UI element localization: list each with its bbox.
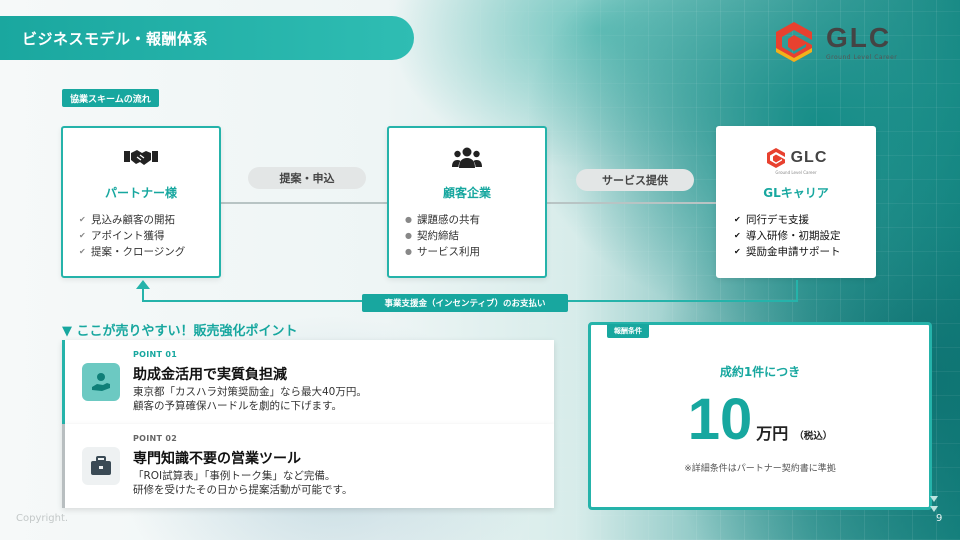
- point-card-01: POINT 01 助成金活用で実質負担減 東京都「カスハラ対策奨励金」なら最大4…: [62, 340, 554, 424]
- client-box: 顧客企業 ● 課題感の共有 ● 契約締結 ● サービス利用: [387, 126, 547, 278]
- point-title: 専門知識不要の営業ツール: [133, 451, 301, 467]
- glc-small-logo-icon: [766, 148, 785, 168]
- list-item: ● 課題感の共有: [405, 214, 480, 226]
- handshake-icon: [124, 150, 158, 165]
- bullet-icon: ●: [405, 215, 412, 224]
- list-item: ✔ 奨励金申請サポート: [734, 246, 841, 258]
- decor-triangle: [930, 496, 938, 502]
- fee-footnote: ※詳細条件はパートナー契約書に準拠: [684, 464, 836, 474]
- list-item: ✔ 見込み顧客の開拓: [79, 214, 175, 226]
- list-item: ✔ 同行デモ支援: [734, 214, 809, 226]
- point-icon-wrap: [82, 363, 120, 401]
- glc-logo-icon: [776, 22, 812, 62]
- list-item: ✔ 導入研修・初期設定: [734, 230, 841, 242]
- check-icon: ✔: [79, 215, 86, 224]
- check-icon: ✔: [79, 231, 86, 240]
- service-pill: サービス提供: [576, 169, 694, 191]
- client-list: ● 課題感の共有 ● 契約締結 ● サービス利用: [405, 212, 480, 260]
- glc-small-logo-tagline: Ground Level Career: [775, 170, 817, 175]
- point-number: POINT 01: [133, 350, 178, 359]
- check-icon: ✔: [734, 231, 741, 240]
- point-description: 「ROI試算表」「事例トーク集」など完備。 研修を受けたその日から提案活動が可能…: [133, 470, 353, 496]
- glc-box: GLC Ground Level Career GLキャリア ✔ 同行デモ支援 ✔…: [716, 126, 876, 278]
- return-line-right: [796, 280, 798, 302]
- fee-tax-note: （税込）: [794, 431, 833, 442]
- arrow-up-icon: [136, 280, 150, 289]
- page-title: ビジネスモデル・報酬体系: [0, 16, 414, 60]
- point-title: 助成金活用で実質負担減: [133, 367, 287, 383]
- fee-unit: 万円: [756, 424, 789, 443]
- flow-section-label: 協業スキームの流れ: [62, 89, 159, 107]
- payment-label: 事業支援金（インセンティブ）のお支払い: [362, 294, 568, 312]
- check-icon: ✔: [734, 247, 741, 256]
- logo-text: GLC: [826, 21, 892, 53]
- bullet-icon: ●: [405, 231, 412, 240]
- point-description: 東京都「カスハラ対策奨励金」なら最大40万円。 顧客の予算確保ハードルを劇的に下…: [133, 386, 367, 412]
- hand-coin-icon: [92, 373, 110, 391]
- client-title: 顧客企業: [442, 186, 491, 200]
- glc-small-logo-text: GLC: [790, 149, 828, 166]
- proposal-pill: 提案・申込: [248, 167, 366, 189]
- check-icon: ✔: [734, 215, 741, 224]
- selling-points-heading: ▼ ここが売りやすい！販売強化ポイント: [62, 324, 298, 339]
- point-icon-wrap: [82, 447, 120, 485]
- glc-logo: GLC Ground Level Career: [772, 18, 922, 66]
- bullet-icon: ●: [405, 247, 412, 256]
- logo-tagline: Ground Level Career: [826, 53, 898, 61]
- copyright: Copyright.: [16, 513, 69, 524]
- point-card-02: POINT 02 専門知識不要の営業ツール 「ROI試算表」「事例トーク集」など…: [62, 424, 554, 508]
- fee-unit-label: 成約1件につき: [719, 365, 801, 379]
- list-item: ✔ 提案・クロージング: [79, 246, 186, 258]
- partner-box: パートナー様 ✔ 見込み顧客の開拓 ✔ アポイント獲得 ✔ 提案・クロージング: [61, 126, 221, 278]
- list-item: ✔ アポイント獲得: [79, 230, 165, 242]
- list-item: ● サービス利用: [405, 246, 480, 258]
- partner-title: パートナー様: [104, 186, 177, 200]
- decor-triangle: [930, 506, 938, 512]
- fee-amount-row: 10 万円 （税込）: [591, 391, 929, 449]
- glc-list: ✔ 同行デモ支援 ✔ 導入研修・初期設定 ✔ 奨励金申請サポート: [734, 212, 841, 260]
- page-number: 9: [936, 513, 943, 524]
- glc-title: GLキャリア: [763, 186, 829, 200]
- users-icon: [452, 147, 482, 168]
- briefcase-icon: [91, 456, 111, 475]
- point-number: POINT 02: [133, 434, 178, 443]
- fee-card: 報酬条件 成約1件につき 10 万円 （税込） ※詳細条件はパートナー契約書に準…: [588, 322, 932, 510]
- fee-amount: 10: [687, 387, 753, 452]
- fee-tag: 報酬条件: [607, 324, 649, 338]
- list-item: ● 契約締結: [405, 230, 459, 242]
- check-icon: ✔: [79, 247, 86, 256]
- partner-list: ✔ 見込み顧客の開拓 ✔ アポイント獲得 ✔ 提案・クロージング: [79, 212, 185, 260]
